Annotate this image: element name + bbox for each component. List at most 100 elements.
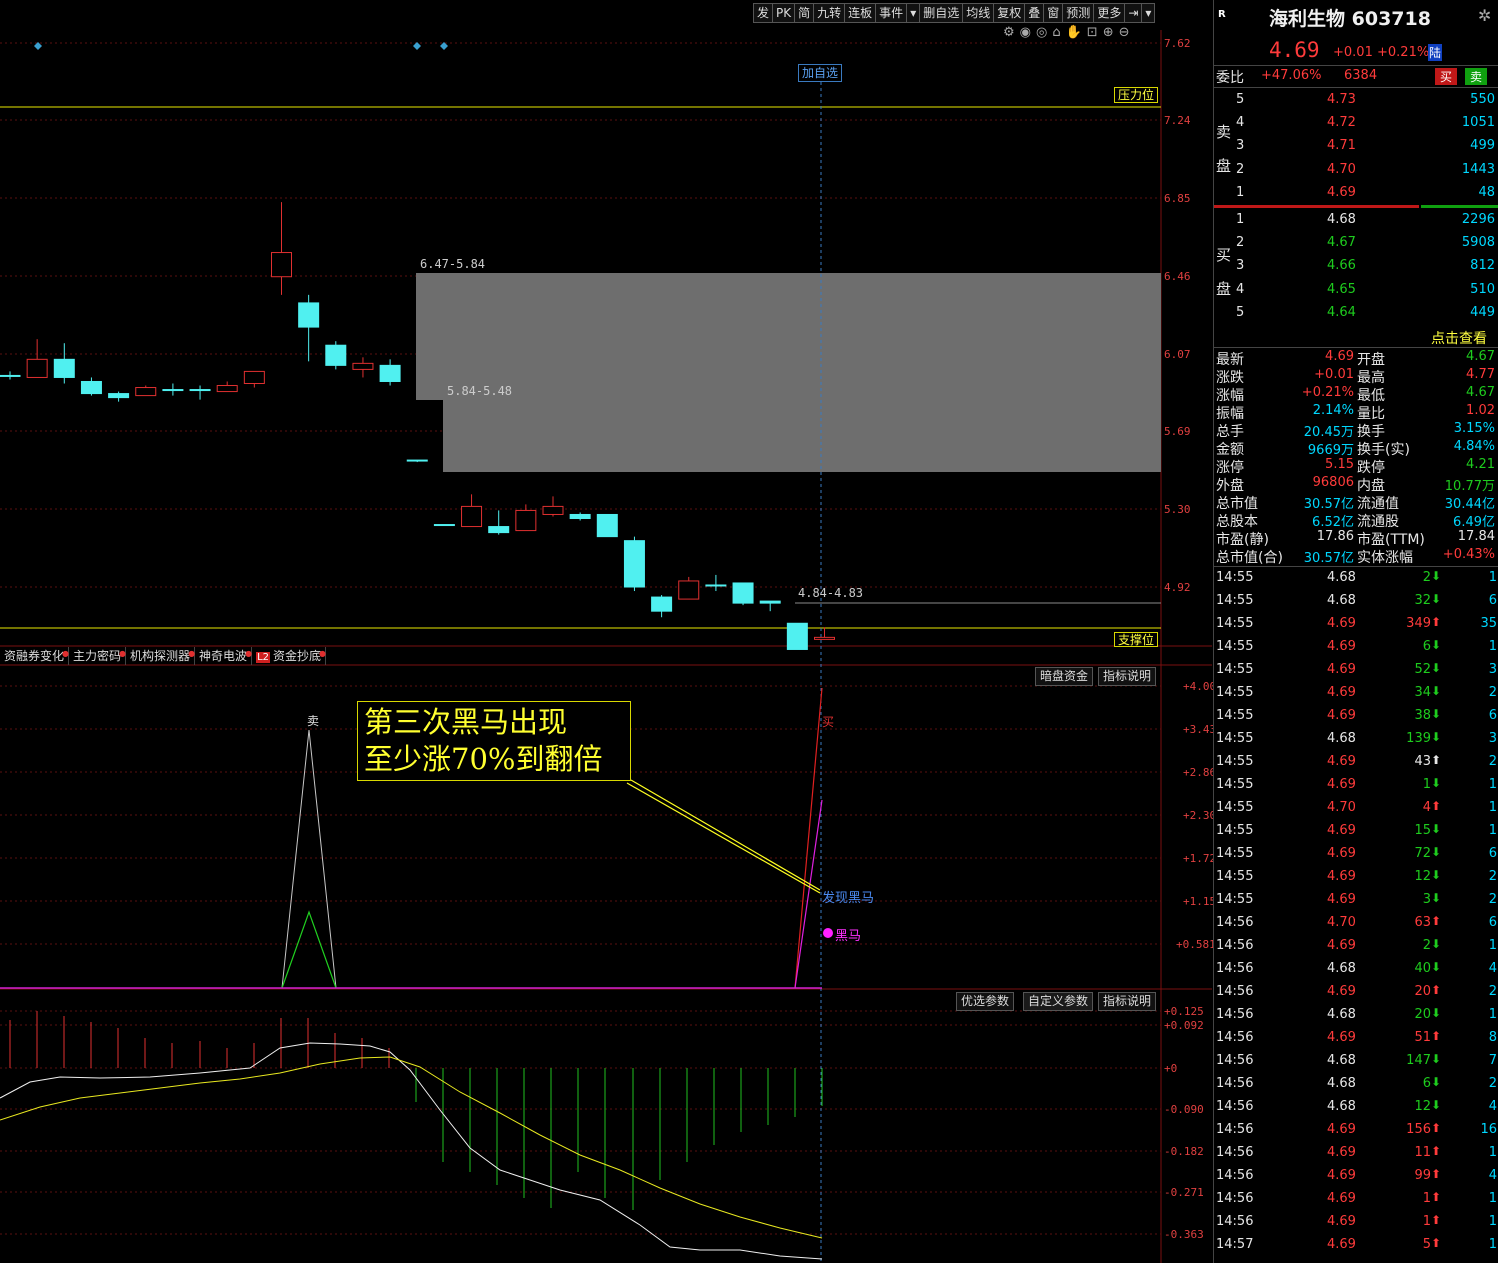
horse-legend-label: 黑马	[835, 929, 862, 944]
toolbar-btn-10[interactable]: 叠	[1024, 3, 1045, 23]
sell-button[interactable]: 卖	[1465, 68, 1488, 85]
zoom-in-icon[interactable]: ⊕	[1103, 25, 1119, 40]
main-grid	[0, 42, 1161, 1235]
book-level: 2	[1236, 161, 1245, 177]
p1-y-tick: +1.72	[1183, 852, 1217, 865]
settings-icon[interactable]: ⚙	[1003, 25, 1020, 40]
tick-direction-icon: ⬆	[1431, 1121, 1442, 1135]
tick-price: 4.69	[1327, 1237, 1356, 1252]
tick-time: 14:56	[1216, 1145, 1254, 1160]
toolbar-btn-0[interactable]: 发	[753, 3, 774, 23]
stat-row: 总股本 6.52亿 流通股 6.49亿	[1214, 510, 1498, 530]
lock-icon[interactable]: ⊡	[1087, 25, 1103, 40]
sell-signal-label: 卖	[307, 714, 320, 728]
book-row[interactable]: 1 4.68 2296	[1214, 210, 1498, 232]
tick-price: 4.69	[1327, 1122, 1356, 1137]
basket-icon[interactable]: ⌂	[1052, 25, 1065, 40]
tab-institution-detector[interactable]: 机构探测器 ●	[126, 647, 196, 665]
toolbar-btn-14[interactable]: ⇥	[1124, 3, 1143, 23]
toolbar-btn-5[interactable]: 事件	[875, 3, 908, 23]
tick-row: 14:55 4.69 72 ⬇ 6	[1214, 844, 1498, 866]
book-price: 4.73	[1327, 92, 1356, 107]
stat-value: 4.84%	[1453, 439, 1495, 454]
zoom-out-icon[interactable]: ⊖	[1119, 25, 1135, 40]
indicator-help-button[interactable]: 指标说明	[1098, 667, 1157, 686]
tick-count: 2	[1488, 685, 1497, 700]
tab-fund-bottom[interactable]: L2 资金抄底 ●	[252, 647, 327, 665]
hand-icon[interactable]: ✋	[1066, 25, 1087, 40]
book-row[interactable]: 2 4.70 1443	[1214, 160, 1498, 182]
tick-price: 4.69	[1327, 823, 1356, 838]
tick-count: 2	[1488, 754, 1497, 769]
tick-volume: 52	[1414, 662, 1431, 677]
candle	[26, 339, 48, 378]
stat-value: +0.43%	[1442, 547, 1495, 562]
book-row[interactable]: 4 4.72 1051	[1214, 113, 1498, 135]
eye-icon[interactable]: ◉	[1020, 25, 1036, 40]
tick-count: 1	[1488, 800, 1497, 815]
y-tick: 7.62	[1164, 37, 1191, 50]
add-watchlist-button[interactable]: 加自选	[798, 64, 843, 82]
toolbar-btn-9[interactable]: 复权	[993, 3, 1026, 23]
custom-params-button[interactable]: 自定义参数	[1023, 992, 1094, 1011]
toolbar-btn-7[interactable]: 删自选	[919, 3, 964, 23]
preferred-params-button[interactable]: 优选参数	[956, 992, 1015, 1011]
book-volume: 510	[1470, 281, 1495, 297]
book-price: 4.68	[1327, 212, 1356, 227]
stat-value: 2.14%	[1312, 403, 1354, 418]
p1-y-tick: +2.30	[1183, 809, 1217, 822]
book-row[interactable]: 1 4.69 48	[1214, 183, 1498, 205]
close-icon[interactable]: ✲	[1478, 6, 1491, 25]
tick-price: 4.69	[1327, 869, 1356, 884]
stat-row: 涨停 5.15 跌停 4.21	[1214, 456, 1498, 476]
book-row[interactable]: 3 4.66 812	[1214, 256, 1498, 278]
candle	[162, 383, 184, 396]
tick-row: 14:56 4.69 11 ⬆ 1	[1214, 1143, 1498, 1165]
toolbar-btn-8[interactable]: 均线	[962, 3, 995, 23]
candle	[271, 202, 292, 295]
tick-time: 14:56	[1216, 938, 1254, 953]
callout-line-2: 至少涨70%到翻倍	[364, 742, 603, 776]
tick-direction-icon: ⬆	[1431, 1213, 1442, 1227]
tick-time: 14:56	[1216, 984, 1254, 999]
tab-margin-change[interactable]: 资融券变化 ●	[0, 647, 70, 665]
toolbar-btn-2[interactable]: 简	[794, 3, 815, 23]
buy-button[interactable]: 买	[1435, 68, 1458, 85]
toolbar-btn-4[interactable]: 连板	[844, 3, 877, 23]
tick-count: 3	[1488, 731, 1497, 746]
tick-time: 14:56	[1216, 1214, 1254, 1229]
book-row[interactable]: 2 4.67 5908	[1214, 233, 1498, 255]
p2-y-tick: -0.271	[1164, 1186, 1204, 1199]
tab-main-code[interactable]: 主力密码 ●	[69, 647, 127, 665]
tick-row: 14:56 4.68 6 ⬇ 2	[1214, 1074, 1498, 1096]
kline-chart[interactable]	[0, 0, 1212, 1263]
tick-direction-icon: ⬇	[1431, 845, 1442, 859]
tick-volume: 2	[1422, 938, 1431, 953]
chart-toolbar: 发 PK 简九转 连板 事件 ▾ 删自选 均线 复权叠窗预测 更多 ⇥ ▾	[753, 3, 1156, 23]
toolbar-btn-15[interactable]: ▾	[1141, 3, 1156, 23]
toolbar-btn-13[interactable]: 更多	[1093, 3, 1126, 23]
click-view-link[interactable]: 点击查看	[1431, 328, 1487, 348]
tick-time: 14:56	[1216, 1099, 1254, 1114]
dark-fund-button[interactable]: 暗盘资金	[1035, 667, 1094, 686]
stat-row: 外盘 96806 内盘 10.77万	[1214, 474, 1498, 494]
indicator-help-button-2[interactable]: 指标说明	[1098, 992, 1157, 1011]
tick-row: 14:56 4.68 147 ⬇ 7	[1214, 1051, 1498, 1073]
toolbar-btn-11[interactable]: 窗	[1043, 3, 1064, 23]
tab-magic-wave[interactable]: 神奇电波 ●	[195, 647, 253, 665]
tick-time: 14:55	[1216, 708, 1254, 723]
p2-y-tick: +0.092	[1164, 1019, 1204, 1032]
toolbar-btn-12[interactable]: 预测	[1062, 3, 1095, 23]
toolbar-btn-6[interactable]: ▾	[906, 3, 921, 23]
book-row[interactable]: 3 4.71 499	[1214, 136, 1498, 158]
book-level: 1	[1236, 184, 1245, 200]
tick-time: 14:55	[1216, 846, 1254, 861]
toolbar-btn-1[interactable]: PK	[772, 3, 796, 23]
tick-volume: 11	[1414, 1145, 1431, 1160]
book-row[interactable]: 4 4.65 510	[1214, 280, 1498, 302]
eye-outline-icon[interactable]: ◎	[1036, 25, 1052, 40]
book-row[interactable]: 5 4.73 550	[1214, 90, 1498, 112]
book-row[interactable]: 5 4.64 449	[1214, 303, 1498, 325]
tick-time: 14:56	[1216, 1030, 1254, 1045]
toolbar-btn-3[interactable]: 九转	[813, 3, 846, 23]
